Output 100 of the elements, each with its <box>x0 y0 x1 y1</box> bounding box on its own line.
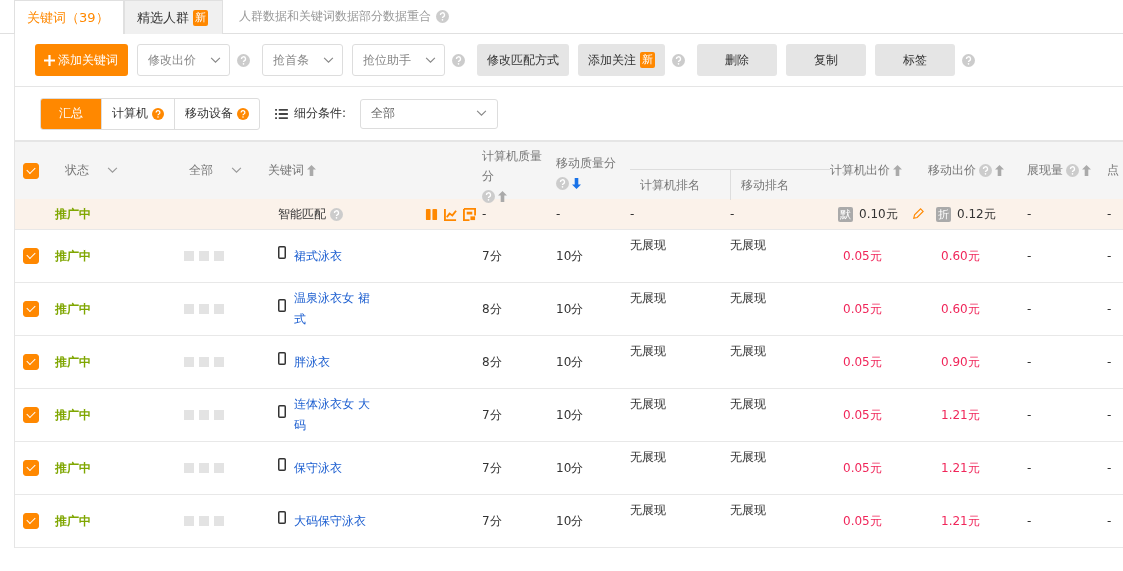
dropdown-button[interactable]: 抢位助手 <box>352 44 445 76</box>
table-cell: 10分 <box>556 300 584 318</box>
column-header[interactable]: 计算机出价 <box>830 162 890 179</box>
status-text: 推广中 <box>55 406 91 424</box>
column-header[interactable]: 移动出价 <box>928 162 976 179</box>
tab[interactable]: 关键词（39） <box>14 0 124 34</box>
bid-value: 0.12元 <box>957 205 996 223</box>
column-header[interactable]: 状态 <box>65 162 89 179</box>
new-badge: 新 <box>192 9 208 26</box>
table-cell: 无展现 <box>630 502 666 519</box>
status-text: 推广中 <box>55 512 91 530</box>
table-cell: 10分 <box>556 353 584 371</box>
table-cell: - <box>1027 355 1032 369</box>
table-cell: - <box>1107 408 1112 422</box>
table-cell: 10分 <box>556 459 584 477</box>
keyword-text: 智能匹配 <box>278 205 326 223</box>
table-cell: - <box>556 207 561 221</box>
tab[interactable]: 精选人群 新 <box>123 0 223 34</box>
status-text: 推广中 <box>55 459 91 477</box>
bid-value: 0.05元 <box>843 353 882 371</box>
table-cell: - <box>1107 207 1112 221</box>
table-cell: 7分 <box>482 247 502 265</box>
status-text: 推广中 <box>55 247 91 265</box>
segment-tab[interactable]: 计算机 <box>101 98 174 129</box>
dropdown-button[interactable]: 抢首条 <box>262 44 343 76</box>
bid-value: 1.21元 <box>941 459 980 477</box>
column-header[interactable]: 全部 <box>189 162 213 179</box>
table-cell: - <box>1027 207 1032 221</box>
keyword-link[interactable]: 保守泳衣 <box>294 457 342 479</box>
status-text: 推广中 <box>55 353 91 371</box>
column-header[interactable]: 移动质量分 <box>556 155 616 170</box>
table-cell: - <box>1027 249 1032 263</box>
default-bid-badge: 默 <box>838 206 853 222</box>
segment-tab[interactable]: 移动设备 <box>174 98 259 129</box>
tab-note: 人群数据和关键词数据部分数据重合 <box>238 8 431 25</box>
bid-value: 1.21元 <box>941 406 980 424</box>
bid-value: 0.05元 <box>843 247 882 265</box>
table-cell: - <box>1107 249 1112 263</box>
column-header[interactable]: 计算机质量分 <box>482 146 546 186</box>
table-cell: 10分 <box>556 247 584 265</box>
bid-value: 1.21元 <box>941 512 980 530</box>
action-button[interactable]: 标签 <box>875 44 955 76</box>
action-button[interactable]: 修改匹配方式 <box>477 44 569 76</box>
discount-bid-badge: 折 <box>936 206 951 222</box>
table-cell: - <box>482 207 487 221</box>
new-badge: 新 <box>640 52 655 68</box>
table-cell: 8分 <box>482 353 502 371</box>
bid-value: 0.60元 <box>941 300 980 318</box>
table-cell: - <box>630 207 635 221</box>
table-cell: 7分 <box>482 512 502 530</box>
bid-value: 0.05元 <box>843 512 882 530</box>
table-cell: 无展现 <box>630 237 666 254</box>
bid-value: 0.05元 <box>843 459 882 477</box>
bid-value: 0.60元 <box>941 247 980 265</box>
table-cell: - <box>730 207 735 221</box>
bid-value: 0.05元 <box>843 406 882 424</box>
table-cell: - <box>1027 461 1032 475</box>
table-cell: 无展现 <box>730 290 766 307</box>
segment-tab[interactable]: 汇总 <box>41 98 101 129</box>
table-cell: - <box>1107 302 1112 316</box>
column-header[interactable]: 关键词 <box>268 162 304 179</box>
keyword-link[interactable]: 温泉泳衣女 裙式 <box>294 288 374 330</box>
table-cell: 无展现 <box>730 237 766 254</box>
table-cell: - <box>1027 302 1032 316</box>
status-text: 推广中 <box>55 205 91 223</box>
table-cell: - <box>1107 514 1112 528</box>
table-cell: 无展现 <box>630 290 666 307</box>
table-cell: 无展现 <box>630 343 666 360</box>
action-button[interactable]: 删除 <box>697 44 777 76</box>
column-header[interactable]: 计算机排名 <box>630 170 730 200</box>
keyword-link[interactable]: 裙式泳衣 <box>294 245 342 267</box>
table-cell: 7分 <box>482 459 502 477</box>
filter-select[interactable]: 全部 <box>360 98 499 129</box>
column-header[interactable]: 展现量 <box>1027 162 1063 179</box>
action-button[interactable]: 复制 <box>786 44 866 76</box>
table-cell: - <box>1027 514 1032 528</box>
table-cell: 无展现 <box>630 396 666 413</box>
action-button[interactable]: 添加关注 新 <box>578 44 665 76</box>
column-header[interactable]: 点 <box>1107 162 1119 179</box>
status-text: 推广中 <box>55 300 91 318</box>
table-cell: - <box>1107 355 1112 369</box>
table-cell: - <box>1027 408 1032 422</box>
dropdown-button[interactable]: 修改出价 <box>137 44 230 76</box>
filter-label: 细分条件: <box>294 105 347 122</box>
table-cell: - <box>1107 461 1112 475</box>
bid-value: 0.05元 <box>843 300 882 318</box>
table-cell: 无展现 <box>730 343 766 360</box>
table-cell: 无展现 <box>630 449 666 466</box>
keyword-link[interactable]: 胖泳衣 <box>294 351 330 373</box>
bid-value: 0.10元 <box>859 205 898 223</box>
table-cell: 7分 <box>482 406 502 424</box>
keyword-link[interactable]: 大码保守泳衣 <box>294 510 366 532</box>
table-cell: 10分 <box>556 406 584 424</box>
keyword-link[interactable]: 连体泳衣女 大码 <box>294 394 374 436</box>
table-cell: 10分 <box>556 512 584 530</box>
add-keyword-button[interactable]: 添加关键词 <box>35 44 128 76</box>
bid-value: 0.90元 <box>941 353 980 371</box>
table-cell: 无展现 <box>730 502 766 519</box>
table-cell: 无展现 <box>730 449 766 466</box>
table-cell: 无展现 <box>730 396 766 413</box>
